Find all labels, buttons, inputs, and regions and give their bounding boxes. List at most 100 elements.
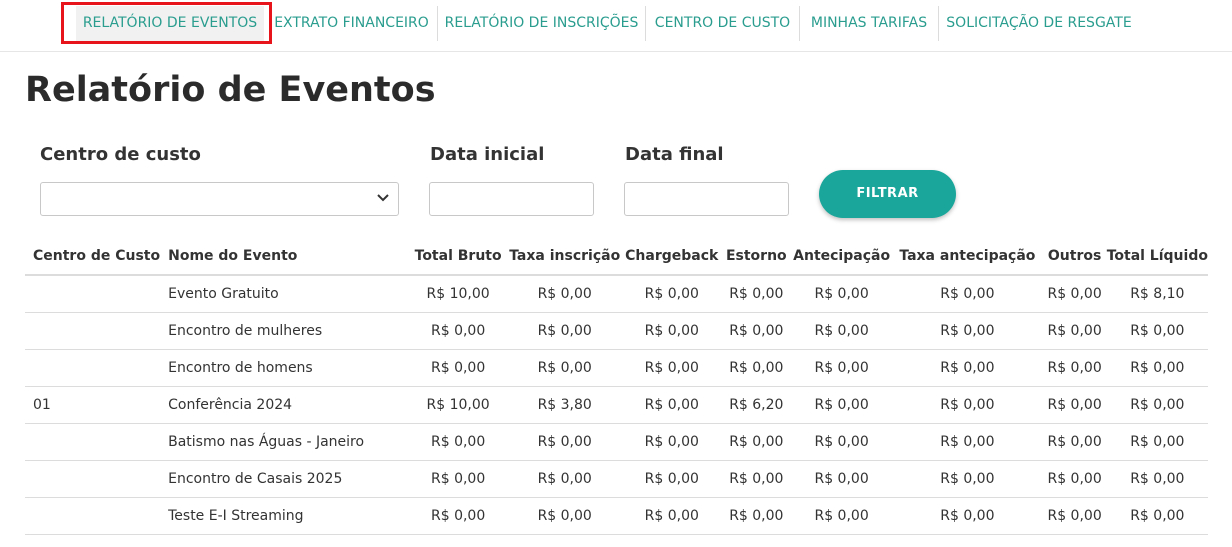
cost-center-select[interactable] xyxy=(40,182,399,216)
end-date-label: Data final xyxy=(625,144,724,165)
header-centro-de-custo: Centro de Custo xyxy=(25,237,161,276)
cell-chargeback: R$ 0,00 xyxy=(621,275,722,313)
cost-center-label: Centro de custo xyxy=(40,144,201,165)
cell-outros: R$ 0,00 xyxy=(1042,497,1107,535)
cell-antecipacao: R$ 0,00 xyxy=(791,312,893,350)
header-chargeback: Chargeback xyxy=(621,237,722,276)
cell-antecipacao: R$ 0,00 xyxy=(791,275,893,313)
cell-estorno: R$ 0,00 xyxy=(721,460,792,498)
cell-taxa-inscricao: R$ 0,00 xyxy=(507,312,622,350)
cell-nome-do-evento: Encontro de mulheres xyxy=(160,312,409,350)
cell-total-liquido: R$ 0,00 xyxy=(1106,312,1208,350)
cell-outros: R$ 0,00 xyxy=(1042,386,1107,424)
cell-chargeback: R$ 0,00 xyxy=(621,460,722,498)
cell-total-bruto: R$ 10,00 xyxy=(408,275,508,313)
cell-estorno: R$ 0,00 xyxy=(721,497,792,535)
cell-antecipacao: R$ 0,00 xyxy=(791,497,893,535)
cell-chargeback: R$ 0,00 xyxy=(621,349,722,387)
header-total-bruto: Total Bruto xyxy=(408,237,508,276)
cell-taxa-inscricao: R$ 0,00 xyxy=(507,460,622,498)
cell-total-liquido: R$ 0,00 xyxy=(1106,423,1208,461)
cell-nome-do-evento: Encontro de Casais 2025 xyxy=(160,460,409,498)
start-date-input[interactable] xyxy=(429,182,594,216)
tab-extrato-financeiro[interactable]: EXTRATO FINANCEIRO xyxy=(266,6,437,41)
table-row: Encontro de homens R$ 0,00 R$ 0,00 R$ 0,00 R… xyxy=(25,349,1208,387)
cell-estorno: R$ 0,00 xyxy=(721,312,792,350)
cell-total-bruto: R$ 0,00 xyxy=(408,349,508,387)
cell-centro-de-custo: 01 xyxy=(25,386,161,424)
cell-centro-de-custo xyxy=(25,423,161,461)
cell-centro-de-custo xyxy=(25,275,161,313)
cell-total-bruto: R$ 0,00 xyxy=(408,497,508,535)
cell-estorno: R$ 6,20 xyxy=(721,386,792,424)
header-nome-do-evento: Nome do Evento xyxy=(160,237,409,276)
table-row: Batismo nas Águas - Janeiro R$ 0,00 R$ 0,0… xyxy=(25,423,1208,461)
cell-centro-de-custo xyxy=(25,349,161,387)
cell-outros: R$ 0,00 xyxy=(1042,275,1107,313)
cell-taxa-antecipacao: R$ 0,00 xyxy=(892,497,1043,535)
table-header-row: Centro de Custo Nome do Evento Total Bru… xyxy=(25,237,1208,276)
cell-total-liquido: R$ 0,00 xyxy=(1106,460,1208,498)
cell-nome-do-evento: Batismo nas Águas - Janeiro xyxy=(160,423,409,461)
cell-estorno: R$ 0,00 xyxy=(721,275,792,313)
cell-total-liquido: R$ 0,00 xyxy=(1106,497,1208,535)
cell-taxa-antecipacao: R$ 0,00 xyxy=(892,275,1043,313)
cell-antecipacao: R$ 0,00 xyxy=(791,423,893,461)
cell-estorno: R$ 0,00 xyxy=(721,349,792,387)
cell-nome-do-evento: Conferência 2024 xyxy=(160,386,409,424)
cell-taxa-inscricao: R$ 3,80 xyxy=(507,386,622,424)
cell-antecipacao: R$ 0,00 xyxy=(791,460,893,498)
cell-nome-do-evento: Encontro de homens xyxy=(160,349,409,387)
cell-taxa-antecipacao: R$ 0,00 xyxy=(892,423,1043,461)
table-row: Encontro de mulheres R$ 0,00 R$ 0,00 R$ 0,0… xyxy=(25,312,1208,350)
cell-chargeback: R$ 0,00 xyxy=(621,312,722,350)
table-row: Teste E-I Streaming R$ 0,00 R$ 0,00 R$ 0,00… xyxy=(25,497,1208,535)
cell-total-bruto: R$ 0,00 xyxy=(408,423,508,461)
cell-taxa-antecipacao: R$ 0,00 xyxy=(892,460,1043,498)
cell-chargeback: R$ 0,00 xyxy=(621,497,722,535)
table-row: 01 Conferência 2024 R$ 10,00 R$ 3,80 R$ 0,00… xyxy=(25,386,1208,424)
cell-outros: R$ 0,00 xyxy=(1042,312,1107,350)
cell-total-bruto: R$ 0,00 xyxy=(408,460,508,498)
tab-relatorio-de-inscricoes[interactable]: RELATÓRIO DE INSCRIÇÕES xyxy=(437,6,645,41)
cell-taxa-inscricao: R$ 0,00 xyxy=(507,423,622,461)
header-outros: Outros xyxy=(1042,237,1107,276)
cell-outros: R$ 0,00 xyxy=(1042,460,1107,498)
header-total-liquido: Total Líquido xyxy=(1106,237,1208,276)
cell-chargeback: R$ 0,00 xyxy=(621,423,722,461)
chevron-down-icon xyxy=(376,189,390,207)
cell-total-liquido: R$ 0,00 xyxy=(1106,349,1208,387)
cell-outros: R$ 0,00 xyxy=(1042,349,1107,387)
cell-chargeback: R$ 0,00 xyxy=(621,386,722,424)
cell-total-bruto: R$ 10,00 xyxy=(408,386,508,424)
cell-antecipacao: R$ 0,00 xyxy=(791,386,893,424)
header-antecipacao: Antecipação xyxy=(791,237,893,276)
cell-total-liquido: R$ 0,00 xyxy=(1106,386,1208,424)
cell-taxa-inscricao: R$ 0,00 xyxy=(507,497,622,535)
cell-total-liquido: R$ 8,10 xyxy=(1106,275,1208,313)
tab-minhas-tarifas[interactable]: MINHAS TARIFAS xyxy=(799,6,938,41)
tab-solicitacao-de-resgate[interactable]: SOLICITAÇÃO DE RESGATE xyxy=(938,6,1139,41)
cell-taxa-inscricao: R$ 0,00 xyxy=(507,275,622,313)
cell-nome-do-evento: Teste E-I Streaming xyxy=(160,497,409,535)
filter-button[interactable]: FILTRAR xyxy=(819,170,956,218)
cell-taxa-antecipacao: R$ 0,00 xyxy=(892,386,1043,424)
table-row: Evento Gratuito R$ 10,00 R$ 0,00 R$ 0,00 R$ … xyxy=(25,275,1208,313)
events-table: Centro de Custo Nome do Evento Total Bru… xyxy=(25,237,1208,535)
cell-taxa-inscricao: R$ 0,00 xyxy=(507,349,622,387)
table-row: Encontro de Casais 2025 R$ 0,00 R$ 0,00 R$ … xyxy=(25,460,1208,498)
cell-centro-de-custo xyxy=(25,312,161,350)
tab-centro-de-custo[interactable]: CENTRO DE CUSTO xyxy=(645,6,799,41)
cell-centro-de-custo xyxy=(25,497,161,535)
cell-taxa-antecipacao: R$ 0,00 xyxy=(892,349,1043,387)
start-date-label: Data inicial xyxy=(430,144,545,165)
cell-estorno: R$ 0,00 xyxy=(721,423,792,461)
cell-total-bruto: R$ 0,00 xyxy=(408,312,508,350)
header-taxa-antecipacao: Taxa antecipação xyxy=(892,237,1043,276)
active-tab-highlight xyxy=(61,2,272,44)
end-date-input[interactable] xyxy=(624,182,789,216)
cell-antecipacao: R$ 0,00 xyxy=(791,349,893,387)
cell-nome-do-evento: Evento Gratuito xyxy=(160,275,409,313)
cell-taxa-antecipacao: R$ 0,00 xyxy=(892,312,1043,350)
cell-outros: R$ 0,00 xyxy=(1042,423,1107,461)
